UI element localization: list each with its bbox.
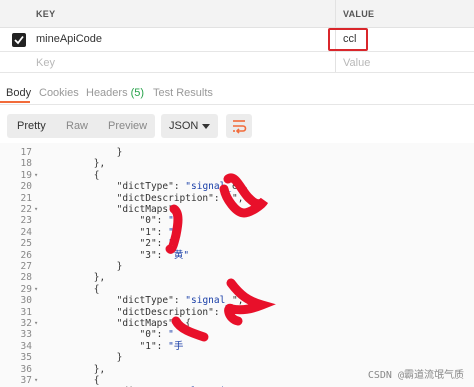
- redaction-scribbles: [165, 173, 276, 342]
- param-row: mineApiCode ccl: [0, 28, 474, 52]
- key-column-header: KEY: [36, 9, 56, 19]
- params-table-header: KEY VALUE: [0, 0, 474, 28]
- tab-cookies[interactable]: Cookies: [39, 87, 79, 99]
- tab-headers-label: Headers: [86, 87, 128, 99]
- param-row-empty: Key Value: [0, 52, 474, 73]
- tab-test-results[interactable]: Test Results: [153, 87, 213, 99]
- param-key-field[interactable]: mineApiCode: [36, 33, 102, 45]
- value-column-header: VALUE: [343, 9, 375, 19]
- headers-count-badge: (5): [130, 87, 145, 99]
- scribble-mark: [171, 316, 209, 342]
- format-select-value: JSON: [169, 120, 199, 132]
- tab-body[interactable]: Body: [6, 87, 31, 99]
- new-value-input[interactable]: Value: [343, 57, 370, 69]
- active-tab-indicator: [0, 101, 30, 103]
- response-tabs: Body Cookies Headers (5) Test Results: [0, 80, 474, 105]
- raw-button[interactable]: Raw: [66, 120, 88, 132]
- scribble-mark: [224, 278, 276, 326]
- chevron-down-icon: [202, 124, 210, 129]
- scribble-mark: [219, 173, 269, 218]
- new-key-input[interactable]: Key: [36, 57, 55, 69]
- response-body-viewer[interactable]: 17 } 18 }, 19 ▾ {20 "dictType": "signal_ e",…: [0, 143, 474, 387]
- scribble-mark: [165, 204, 183, 254]
- wrap-lines-button[interactable]: [226, 114, 252, 138]
- wrap-icon: [233, 120, 247, 134]
- pretty-button[interactable]: Pretty: [17, 120, 46, 132]
- preview-button[interactable]: Preview: [108, 120, 147, 132]
- tab-headers[interactable]: Headers (5): [86, 87, 144, 99]
- watermark: CSDN @霸道流氓气质: [367, 370, 464, 381]
- checkmark-icon: [14, 35, 24, 45]
- format-select[interactable]: JSON: [161, 114, 218, 138]
- params-table: KEY VALUE mineApiCode ccl Key Value: [0, 0, 474, 73]
- param-enabled-checkbox[interactable]: [12, 33, 26, 47]
- value-highlight-box: [328, 28, 368, 51]
- view-mode-group: Pretty Raw Preview: [7, 114, 155, 138]
